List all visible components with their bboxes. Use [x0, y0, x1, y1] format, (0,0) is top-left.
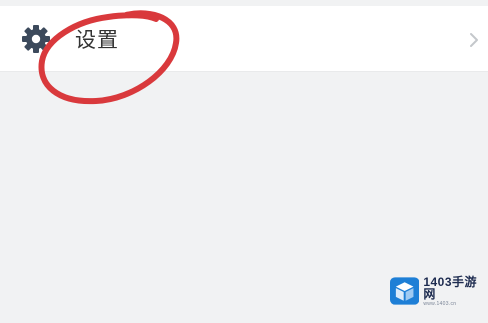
settings-menu-item[interactable]: 设置 [0, 6, 488, 72]
settings-screen: 设置 1403手游网 www.1403.cn [0, 0, 488, 323]
gear-icon [22, 25, 50, 53]
cube-logo-icon [390, 277, 420, 305]
site-watermark: 1403手游网 www.1403.cn [390, 276, 488, 306]
chevron-right-icon [470, 33, 478, 47]
watermark-title: 1403手游网 [423, 274, 478, 301]
watermark-url: www.1403.cn [423, 300, 457, 307]
settings-label: 设置 [75, 28, 119, 52]
